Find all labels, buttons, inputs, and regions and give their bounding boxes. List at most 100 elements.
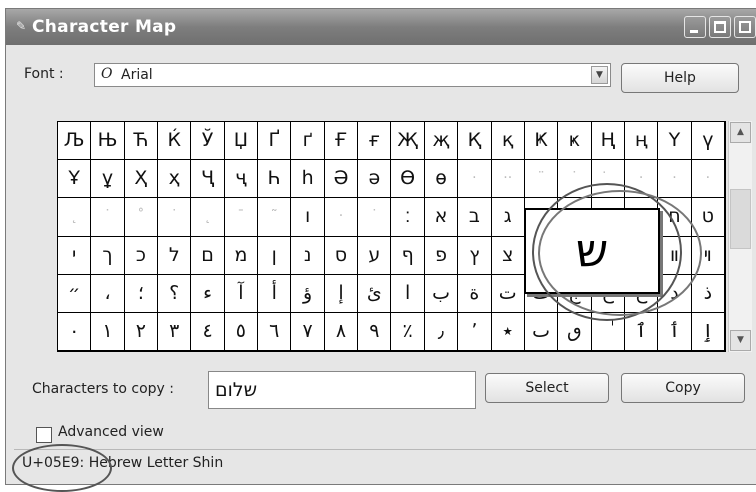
character-cell[interactable]: ך [91,236,125,275]
character-cell[interactable]: ؟ [158,274,192,313]
character-cell[interactable]: ٢ [124,312,159,351]
character-cell[interactable]: · [658,160,692,199]
character-cell[interactable]: آ [224,274,259,313]
character-cell[interactable]: · [324,198,359,237]
character-cell[interactable]: · [691,160,725,199]
character-cell[interactable]: ٱ [624,312,659,351]
character-cell[interactable]: ٦ [258,312,292,351]
character-cell[interactable]: ب [424,274,459,313]
character-cell[interactable]: נ [291,236,325,275]
character-cell[interactable]: ٭ [491,312,525,351]
character-cell[interactable]: ، [91,274,125,313]
character-cell[interactable]: ө [424,160,459,199]
character-cell[interactable]: א [424,198,459,237]
character-cell[interactable]: Һ [258,160,292,199]
character-cell[interactable]: Ұ [58,160,92,199]
character-cell[interactable]: қ [491,122,525,161]
character-cell[interactable]: ˛ [58,198,92,237]
character-cell[interactable]: כ [124,236,159,275]
character-cell[interactable]: ذ [691,274,725,313]
character-cell[interactable]: ˛ [191,198,225,237]
character-cell[interactable]: ן [258,236,292,275]
advanced-view-checkbox[interactable] [36,427,52,443]
character-cell[interactable]: ˚ [124,198,159,237]
character-cell[interactable]: ל [158,236,192,275]
character-cell[interactable]: ئ [358,274,392,313]
character-cell[interactable]: ң [624,122,659,161]
character-cell[interactable]: Қ [458,122,492,161]
character-cell[interactable]: Љ [58,122,92,161]
character-cell[interactable]: מ [224,236,259,275]
character-cell[interactable]: Џ [224,122,259,161]
character-cell[interactable]: ·· [491,160,525,199]
character-cell[interactable]: ע [358,236,392,275]
help-button[interactable]: Help [621,63,739,93]
title-bar[interactable]: ✎ Character Map [6,9,756,45]
character-cell[interactable]: ס [324,236,359,275]
character-cell[interactable]: ٨ [324,312,359,351]
character-cell[interactable]: ұ [91,160,125,199]
character-cell[interactable]: ٥ [224,312,259,351]
character-cell[interactable]: ף [391,236,425,275]
character-cell[interactable]: ٮ [524,312,559,351]
scroll-up-arrow-icon[interactable]: ▲ [730,122,751,143]
character-cell[interactable]: һ [291,160,325,199]
character-cell[interactable]: ם [191,236,225,275]
character-cell[interactable]: ١ [91,312,125,351]
chevron-down-icon[interactable]: ▼ [591,66,608,84]
character-cell[interactable]: إ [324,274,359,313]
character-cell[interactable]: Ғ [324,122,359,161]
character-cell[interactable]: ٲ [658,312,692,351]
character-cell[interactable]: ˙ [158,198,192,237]
character-cell[interactable]: ҳ [158,160,192,199]
character-cell[interactable]: ٫ [424,312,459,351]
scrollbar-thumb[interactable] [730,189,751,249]
character-cell[interactable]: ב [458,198,492,237]
character-cell[interactable]: Ң [591,122,625,161]
character-cell[interactable]: җ [424,122,459,161]
character-cell[interactable]: פ [424,236,459,275]
character-cell[interactable]: أ [258,274,292,313]
character-cell[interactable]: ҝ [558,122,592,161]
character-cell[interactable]: ״ [58,274,92,313]
character-cell[interactable]: ٣ [158,312,192,351]
scroll-down-arrow-icon[interactable]: ▼ [730,330,751,351]
maximize-button[interactable] [709,16,731,38]
character-cell[interactable]: ت [491,274,525,313]
character-cell[interactable]: Ќ [158,122,192,161]
character-cell[interactable]: Җ [391,122,425,161]
character-cell[interactable]: ٧ [291,312,325,351]
copy-button[interactable]: Copy [621,373,745,403]
character-cell[interactable]: ٤ [191,312,225,351]
font-dropdown[interactable]: O Arial ▼ [94,63,611,87]
character-cell[interactable]: Ҳ [124,160,159,199]
character-cell[interactable]: ٩ [358,312,392,351]
character-cell[interactable]: ا [391,274,425,313]
character-cell[interactable]: Ћ [124,122,159,161]
character-cell[interactable]: ˙ [358,198,392,237]
character-cell[interactable]: ғ [358,122,392,161]
character-cell[interactable]: Њ [91,122,125,161]
minimize-button[interactable] [684,16,706,38]
character-cell[interactable]: ؛ [124,274,159,313]
character-cell[interactable]: Ү [658,122,692,161]
character-cell[interactable]: · [458,160,492,199]
character-cell[interactable]: ג [491,198,525,237]
character-cell[interactable]: ٬ [458,312,492,351]
grid-scrollbar[interactable]: ▲ ▼ [728,121,752,352]
character-cell[interactable]: ү [691,122,725,161]
character-cell[interactable]: ٠ [58,312,92,351]
characters-to-copy-input[interactable]: שלום [208,371,476,409]
character-cell[interactable]: ؤ [291,274,325,313]
close-button[interactable] [734,16,756,38]
character-cell[interactable]: Ө [391,160,425,199]
character-cell[interactable]: ҷ [224,160,259,199]
character-cell[interactable]: Ў [191,122,225,161]
character-cell[interactable]: ә [358,160,392,199]
character-cell[interactable]: ˜ [258,198,292,237]
character-cell[interactable]: Ә [324,160,359,199]
character-cell[interactable]: ץ [458,236,492,275]
character-cell[interactable]: Ҷ [191,160,225,199]
character-cell[interactable]: ׃ [391,198,425,237]
character-cell[interactable]: ˙ [91,198,125,237]
